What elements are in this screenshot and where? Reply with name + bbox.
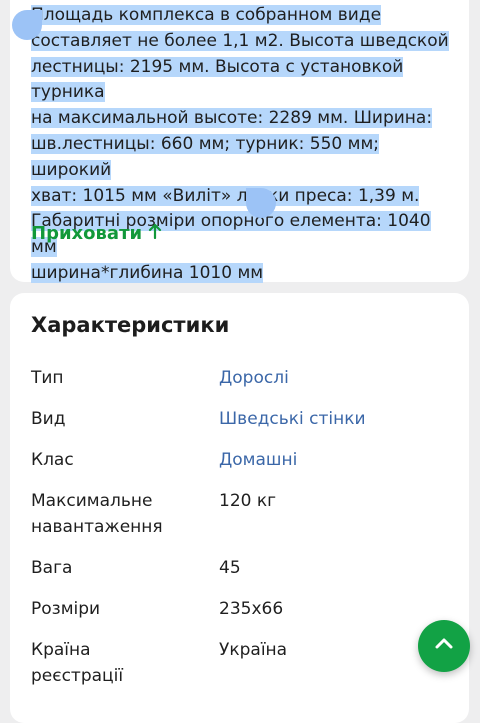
spec-value-link[interactable]: Шведські стінки [219, 407, 366, 433]
spec-label: Максимальне навантаження [31, 491, 163, 537]
description-line: Площадь комплекса в собранном виде [31, 5, 382, 25]
description-card: Площадь комплекса в собранном виде состав… [10, 0, 469, 283]
description-line: шв.лестницы: 660 мм; турник: 550 мм; шир… [31, 133, 380, 180]
description-line: лестницы: 2195 мм. Высота с установкой т… [31, 56, 404, 103]
spec-label: Вага [31, 558, 73, 578]
spec-label: Країна реєстрації [31, 640, 124, 686]
chevron-up-icon [433, 633, 455, 659]
description-line: ширина*глибина 1010 мм [31, 262, 264, 283]
spec-value: 120 кг [219, 491, 277, 511]
spec-value: Україна [219, 640, 288, 660]
arrow-up-icon [148, 223, 162, 244]
spec-value: 235x66 [219, 599, 284, 619]
spec-value-link[interactable]: Домашні [219, 448, 297, 474]
spec-value-link[interactable]: Дорослі [219, 366, 289, 392]
scroll-to-top-button[interactable] [418, 620, 470, 672]
description-line: на максимальной высоте: 2289 мм. Ширина: [31, 108, 433, 129]
spec-label: Клас [31, 450, 74, 470]
characteristics-card: Характеристики Тип Дорослі Вид Шведські … [10, 293, 469, 723]
hide-description-link[interactable]: Приховати [31, 223, 162, 244]
characteristics-title: Характеристики [31, 313, 230, 337]
spec-label: Вид [31, 409, 66, 429]
description-text[interactable]: Площадь комплекса в собранном виде состав… [31, 3, 451, 287]
selection-start-handle[interactable] [12, 10, 42, 40]
spec-label: Тип [31, 368, 64, 388]
spec-value: 45 [219, 558, 241, 578]
description-line: составляет не более 1,1 м2. Высота шведс… [31, 30, 449, 51]
hide-description-label: Приховати [31, 223, 143, 244]
description-line: хват: 1015 мм «Виліт» лавки преса: 1,39 … [31, 185, 420, 206]
spec-label: Розміри [31, 599, 101, 619]
selection-end-handle[interactable] [246, 188, 276, 218]
